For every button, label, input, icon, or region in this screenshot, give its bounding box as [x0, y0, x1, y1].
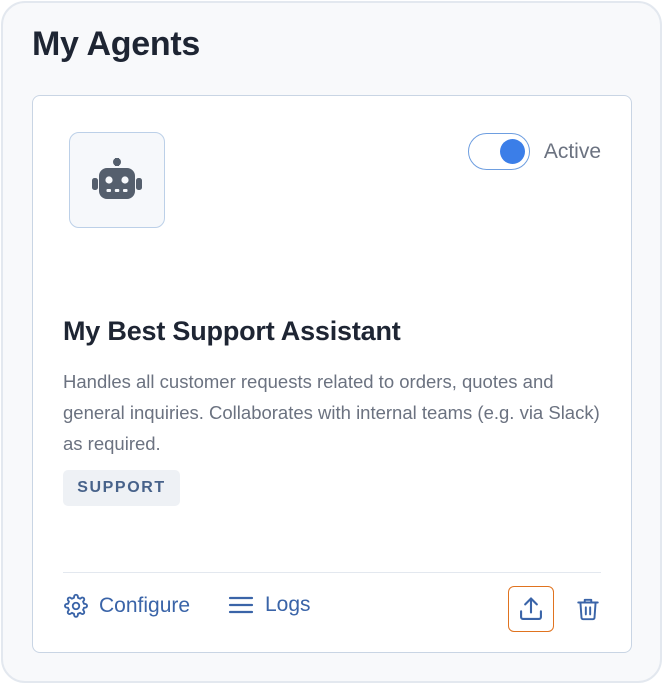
delete-button[interactable] [565, 586, 611, 632]
trash-icon [577, 598, 599, 621]
toggle-knob [499, 139, 525, 164]
logs-button[interactable]: Logs [227, 593, 311, 617]
menu-lines-icon [228, 596, 254, 614]
gear-icon [64, 593, 88, 618]
active-toggle[interactable] [467, 133, 530, 170]
category-tag: SUPPORT [63, 470, 180, 506]
configure-label: Configure [99, 594, 191, 617]
agent-card: Active My Best Support Assistant Handles… [32, 95, 632, 653]
agent-avatar [69, 132, 165, 228]
configure-button[interactable]: Configure [63, 593, 190, 619]
upload-icon [520, 597, 542, 620]
agents-panel: My Agents Active My Best Support Assista… [1, 1, 662, 683]
agent-description: Handles all customer requests related to… [63, 371, 600, 454]
export-button[interactable] [508, 586, 554, 632]
panel-title: My Agents [32, 25, 200, 63]
robot-icon [92, 158, 142, 199]
status-toggle-group: Active [467, 133, 601, 170]
footer-divider [63, 572, 601, 573]
logs-label: Logs [265, 593, 311, 616]
agent-name: My Best Support Assistant [63, 316, 401, 346]
status-label: Active [543, 139, 601, 163]
